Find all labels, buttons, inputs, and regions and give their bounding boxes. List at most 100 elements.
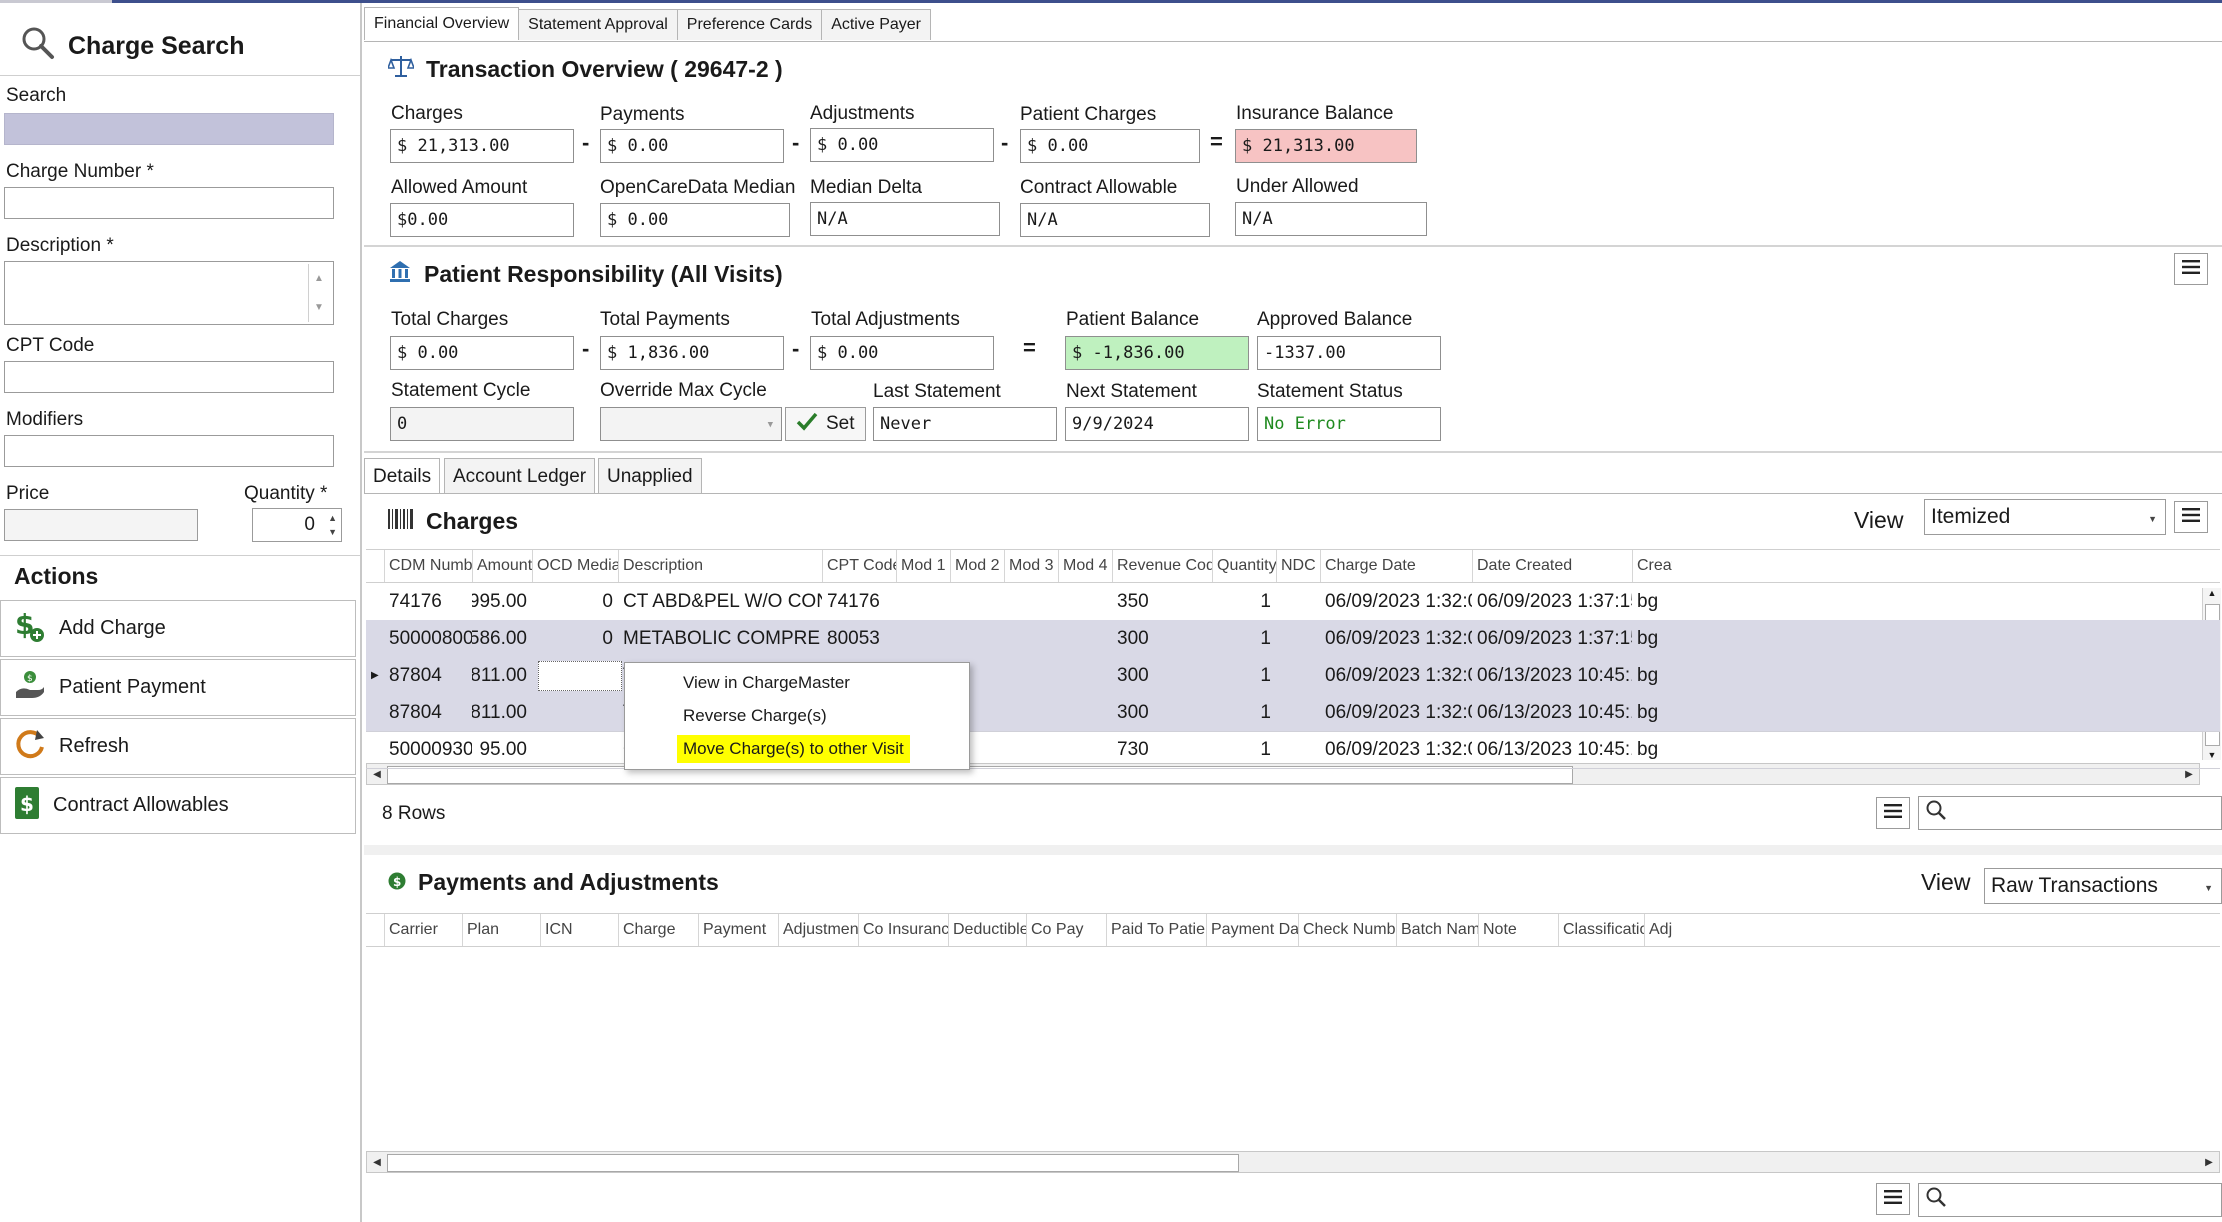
col-header[interactable]: Mod 2	[950, 550, 1004, 582]
responsibility-menu-button[interactable]	[2174, 253, 2208, 285]
col-header[interactable]: Charge	[618, 914, 698, 946]
last-statement-field[interactable]: Never	[873, 407, 1057, 441]
col-header[interactable]: CPT Code	[822, 550, 896, 582]
quantity-stepper[interactable]: 0 ▲ ▼	[252, 508, 342, 542]
col-header[interactable]: Batch Name	[1396, 914, 1478, 946]
col-header[interactable]: Classification	[1558, 914, 1644, 946]
table-cell[interactable]	[950, 583, 1004, 620]
allowed-amount-field[interactable]: $0.00	[390, 203, 574, 237]
table-cell[interactable]: 87804	[384, 657, 472, 694]
col-header[interactable]: Mod 1	[896, 550, 950, 582]
menu-item-reverse-charges[interactable]: Reverse Charge(s)	[677, 702, 833, 730]
table-cell[interactable]	[1058, 657, 1112, 694]
table-cell[interactable]: 06/09/2023 1:32:08 PM	[1320, 694, 1472, 731]
charges-field[interactable]: $ 21,313.00	[390, 129, 574, 163]
charges-menu-button[interactable]	[2174, 501, 2208, 533]
table-cell[interactable]: 80053	[822, 620, 896, 657]
table-cell[interactable]	[1004, 694, 1058, 731]
col-header[interactable]: Payment Date	[1206, 914, 1298, 946]
table-cell[interactable]: 5000093000	[384, 731, 472, 768]
col-header[interactable]: Mod 4	[1058, 550, 1112, 582]
table-cell[interactable]: 5000080053	[384, 620, 472, 657]
table-cell[interactable]	[1004, 583, 1058, 620]
table-cell[interactable]: bg	[1632, 583, 1672, 620]
table-cell[interactable]: 811.00	[472, 657, 532, 694]
charge-number-input[interactable]	[4, 187, 334, 219]
table-cell[interactable]	[1004, 620, 1058, 657]
statement-status-field[interactable]: No Error	[1257, 407, 1441, 441]
table-cell[interactable]: bg	[1632, 620, 1672, 657]
stepper-arrows-icon[interactable]: ▲ ▼	[328, 511, 337, 539]
table-cell[interactable]	[1276, 657, 1320, 694]
table-cell[interactable]	[1058, 620, 1112, 657]
col-header[interactable]: NDC	[1276, 550, 1320, 582]
table-cell[interactable]: METABOLIC COMPRE PANEL	[618, 620, 822, 657]
cpt-code-input[interactable]	[4, 361, 334, 393]
under-allowed-field[interactable]: N/A	[1235, 202, 1427, 236]
table-cell[interactable]: 74176	[822, 583, 896, 620]
table-cell[interactable]	[1276, 620, 1320, 657]
charges-view-dropdown[interactable]: Itemized ▼	[1924, 499, 2166, 535]
charges-grid-search[interactable]	[1918, 796, 2222, 830]
table-cell[interactable]	[1004, 731, 1058, 768]
table-cell[interactable]	[896, 620, 950, 657]
table-cell[interactable]	[950, 620, 1004, 657]
col-header[interactable]: Deductible	[948, 914, 1026, 946]
table-cell[interactable]	[1004, 657, 1058, 694]
menu-item-view-in-chargemaster[interactable]: View in ChargeMaster	[677, 669, 856, 697]
menu-item-move-charges[interactable]: Move Charge(s) to other Visit	[677, 735, 910, 763]
payments-grid-menu-button[interactable]	[1876, 1183, 1910, 1215]
table-cell[interactable]: bg	[1632, 657, 1672, 694]
table-cell[interactable]	[1058, 694, 1112, 731]
col-header[interactable]: Note	[1478, 914, 1558, 946]
table-cell[interactable]: 730	[1112, 731, 1212, 768]
table-cell[interactable]: 06/13/2023 10:45:16 AM	[1472, 694, 1632, 731]
payments-grid-search[interactable]	[1918, 1183, 2222, 1217]
set-button[interactable]: Set	[785, 407, 866, 441]
col-header[interactable]: Revenue Code	[1112, 550, 1212, 582]
contract-allowables-button[interactable]: $ Contract Allowables	[0, 777, 356, 834]
tab-preference-cards[interactable]: Preference Cards	[676, 9, 823, 40]
scroll-thumb[interactable]	[387, 1154, 1239, 1172]
col-header[interactable]: Co Insurance	[858, 914, 948, 946]
table-cell[interactable]: 06/09/2023 1:32:08 PM	[1320, 620, 1472, 657]
add-charge-button[interactable]: $ Add Charge	[0, 600, 356, 657]
tab-unapplied[interactable]: Unapplied	[598, 458, 702, 494]
table-cell[interactable]: 1586.00	[472, 620, 532, 657]
table-cell[interactable]	[1276, 694, 1320, 731]
total-charges-field[interactable]: $ 0.00	[390, 336, 574, 370]
description-scrollbar[interactable]: ▲ ▼	[308, 264, 329, 322]
col-header[interactable]: Co Pay	[1026, 914, 1106, 946]
refresh-button[interactable]: Refresh	[0, 718, 356, 775]
col-header[interactable]: Amount	[472, 550, 532, 582]
tab-account-ledger[interactable]: Account Ledger	[444, 458, 596, 494]
payments-field[interactable]: $ 0.00	[600, 129, 784, 163]
adjustments-field[interactable]: $ 0.00	[810, 128, 994, 162]
table-cell[interactable]: 7995.00	[472, 583, 532, 620]
col-header[interactable]: Mod 3	[1004, 550, 1058, 582]
col-header[interactable]: Date Created	[1472, 550, 1632, 582]
approved-balance-field[interactable]: -1337.00	[1257, 336, 1441, 370]
table-row[interactable]: 741767995.000CT ABD&PEL W/O CONTRAST7417…	[366, 583, 2220, 621]
modifiers-input[interactable]	[4, 435, 334, 467]
table-cell[interactable]: 300	[1112, 694, 1212, 731]
col-header[interactable]: Check Number	[1298, 914, 1396, 946]
charges-grid-menu-button[interactable]	[1876, 797, 1910, 829]
col-header[interactable]: Description	[618, 550, 822, 582]
payments-view-dropdown[interactable]: Raw Transactions ▼	[1984, 868, 2222, 904]
col-header[interactable]: Paid To Patient	[1106, 914, 1206, 946]
scroll-left-icon[interactable]: ◀	[367, 1152, 387, 1172]
description-input[interactable]: ▲ ▼	[4, 261, 334, 325]
col-header[interactable]: Quantity	[1212, 550, 1276, 582]
table-cell[interactable]: CT ABD&PEL W/O CONTRAST	[618, 583, 822, 620]
table-cell[interactable]: 300	[1112, 657, 1212, 694]
table-cell[interactable]	[1058, 731, 1112, 768]
table-cell[interactable]: 350	[1112, 583, 1212, 620]
col-header[interactable]: Adj	[1644, 914, 1674, 946]
table-cell[interactable]: 0	[532, 583, 618, 620]
col-header[interactable]: OCD Median	[532, 550, 618, 582]
patient-balance-field[interactable]: $ -1,836.00	[1065, 336, 1249, 370]
cell-editor[interactable]	[538, 661, 622, 691]
table-cell[interactable]: 74176	[384, 583, 472, 620]
payments-horizontal-scrollbar[interactable]: ◀ ▶	[366, 1151, 2220, 1173]
